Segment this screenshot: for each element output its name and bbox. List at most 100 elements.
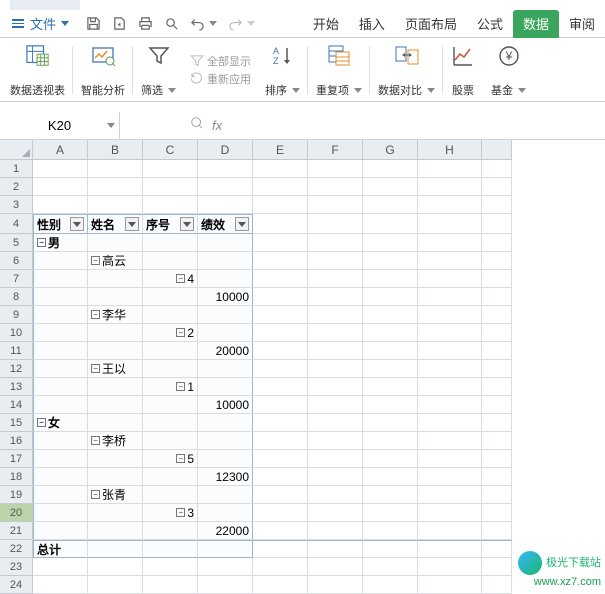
row-header[interactable]: 4 <box>0 214 33 234</box>
collapse-icon[interactable] <box>176 274 185 283</box>
cell[interactable] <box>363 270 418 288</box>
row-header[interactable]: 9 <box>0 306 33 324</box>
row-header[interactable]: 24 <box>0 576 33 594</box>
pivot-cell[interactable]: 男 <box>33 234 88 252</box>
pivot-cell[interactable] <box>143 468 198 486</box>
cell[interactable] <box>88 160 143 178</box>
cell[interactable] <box>482 324 512 342</box>
cell[interactable] <box>418 342 482 360</box>
cell[interactable] <box>88 178 143 196</box>
cell[interactable] <box>308 504 363 522</box>
cell[interactable] <box>363 378 418 396</box>
cell[interactable] <box>308 234 363 252</box>
tab-formula[interactable]: 公式 <box>467 10 513 38</box>
print-icon[interactable] <box>137 16 153 32</box>
cell[interactable] <box>308 576 363 594</box>
pivot-cell[interactable] <box>33 522 88 540</box>
collapse-icon[interactable] <box>176 454 185 463</box>
pivot-total[interactable]: 总计 <box>33 540 88 558</box>
cell[interactable] <box>363 486 418 504</box>
cell[interactable] <box>482 468 512 486</box>
cell[interactable] <box>253 432 308 450</box>
pivot-cell[interactable] <box>143 540 198 558</box>
cell[interactable] <box>363 414 418 432</box>
cell[interactable] <box>482 178 512 196</box>
name-box[interactable]: K20 <box>0 112 120 140</box>
cell[interactable] <box>253 486 308 504</box>
pivot-cell[interactable] <box>33 378 88 396</box>
pivot-cell[interactable]: 2 <box>143 324 198 342</box>
pivot-cell[interactable]: 20000 <box>198 342 253 360</box>
col-header-E[interactable]: E <box>253 140 308 160</box>
pivot-field-gender[interactable]: 性别 <box>33 214 88 234</box>
pivot-cell[interactable] <box>198 234 253 252</box>
fx-label[interactable]: fx <box>212 118 222 133</box>
cell[interactable] <box>482 414 512 432</box>
cell[interactable] <box>308 414 363 432</box>
cell[interactable] <box>363 576 418 594</box>
pivot-cell[interactable] <box>198 324 253 342</box>
cell[interactable] <box>253 360 308 378</box>
cell[interactable] <box>418 576 482 594</box>
pivot-cell[interactable] <box>33 486 88 504</box>
pivot-cell[interactable] <box>143 252 198 270</box>
cell[interactable] <box>198 178 253 196</box>
pivot-cell[interactable] <box>33 342 88 360</box>
cell[interactable] <box>253 414 308 432</box>
cell[interactable] <box>363 160 418 178</box>
row-header[interactable]: 18 <box>0 468 33 486</box>
cell[interactable] <box>143 178 198 196</box>
pivot-cell[interactable] <box>143 342 198 360</box>
cell[interactable] <box>363 178 418 196</box>
pivot-cell[interactable] <box>198 486 253 504</box>
cell[interactable] <box>198 196 253 214</box>
cell[interactable] <box>253 270 308 288</box>
row-header[interactable]: 7 <box>0 270 33 288</box>
compare-button[interactable]: 数据对比 <box>370 42 443 100</box>
cell[interactable] <box>308 160 363 178</box>
collapse-icon[interactable] <box>91 256 100 265</box>
pivot-field-name[interactable]: 姓名 <box>88 214 143 234</box>
pivot-cell[interactable] <box>88 234 143 252</box>
pivot-cell[interactable] <box>198 306 253 324</box>
row-header[interactable]: 10 <box>0 324 33 342</box>
pivot-cell[interactable]: 李桥 <box>88 432 143 450</box>
tab-start[interactable]: 开始 <box>303 10 349 38</box>
tab-insert[interactable]: 插入 <box>349 10 395 38</box>
file-menu[interactable]: 文件 <box>6 12 75 36</box>
row-header[interactable]: 15 <box>0 414 33 432</box>
cell[interactable] <box>418 414 482 432</box>
cell[interactable] <box>482 450 512 468</box>
pivot-cell[interactable] <box>33 270 88 288</box>
cell[interactable] <box>418 486 482 504</box>
pivot-cell[interactable] <box>143 396 198 414</box>
cell[interactable] <box>308 450 363 468</box>
cell[interactable] <box>363 558 418 576</box>
output-icon[interactable] <box>111 16 127 32</box>
cell[interactable] <box>88 558 143 576</box>
pivot-cell[interactable] <box>198 432 253 450</box>
redo-dropdown-icon[interactable] <box>247 21 255 26</box>
pivot-cell[interactable] <box>88 522 143 540</box>
col-header-H[interactable]: H <box>418 140 482 160</box>
redo-icon[interactable] <box>227 16 243 32</box>
preview-icon[interactable] <box>163 16 179 32</box>
cell[interactable] <box>418 378 482 396</box>
show-all-button[interactable]: 全部显示 <box>190 53 251 69</box>
spreadsheet[interactable]: A B C D E F G H 1 2 3 4 性别 姓名 序号 绩效 5男 6… <box>0 140 605 594</box>
pivot-cell[interactable]: 张青 <box>88 486 143 504</box>
cell[interactable] <box>198 558 253 576</box>
col-header-G[interactable]: G <box>363 140 418 160</box>
pivot-cell[interactable] <box>198 270 253 288</box>
cell[interactable] <box>253 178 308 196</box>
pivot-cell[interactable] <box>88 396 143 414</box>
row-header[interactable]: 12 <box>0 360 33 378</box>
cell[interactable] <box>308 558 363 576</box>
cell[interactable] <box>88 576 143 594</box>
cell[interactable] <box>253 558 308 576</box>
cell[interactable] <box>418 504 482 522</box>
cell[interactable] <box>308 540 363 558</box>
duplicates-button[interactable]: 重复项 <box>308 42 370 100</box>
collapse-icon[interactable] <box>91 364 100 373</box>
cell[interactable] <box>308 486 363 504</box>
